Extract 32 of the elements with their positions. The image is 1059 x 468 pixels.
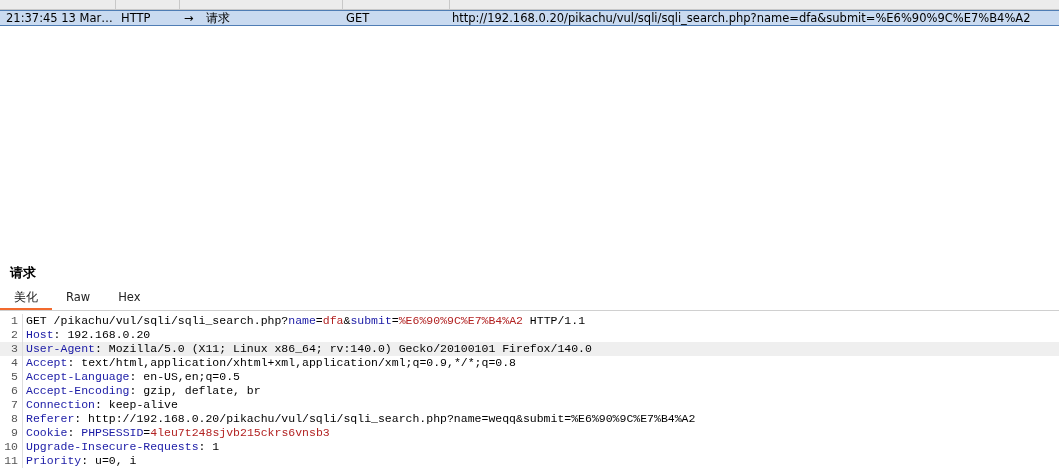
code-line: GET /pikachu/vul/sqli/sqli_search.php?name=dfa&submit=%E6%90%9C%E7%B4%A2 HTTP/1.1 <box>26 314 586 328</box>
code-line: Cookie: PHPSESSID=4leu7t248sjvb215ckrs6vnsb3 <box>26 426 330 440</box>
line-number: 7 <box>0 398 23 412</box>
code-line: Connection: keep-alive <box>26 398 178 412</box>
line-number: 6 <box>0 384 23 398</box>
line-number: 9 <box>0 426 23 440</box>
history-row[interactable]: 21:37:45 13 Mar… HTTP → 请求 GET http://192.168.0.20/pikachu/vul/sqli/sqli_search.php?name=dfa&submit=%E6%90%9C%E7%B4%A2 <box>0 10 1059 26</box>
view-tab[interactable]: 美化 <box>0 286 52 310</box>
code-line: Accept: text/html,application/xhtml+xml,application/xml;q=0.9,*/*;q=0.8 <box>26 356 516 370</box>
code-line: Accept-Language: en-US,en;q=0.5 <box>26 370 240 384</box>
code-line: Upgrade-Insecure-Requests: 1 <box>26 440 220 454</box>
line-number: 4 <box>0 356 23 370</box>
line-number: 11 <box>0 454 23 468</box>
code-line: Accept-Encoding: gzip, deflate, br <box>26 384 261 398</box>
line-number: 5 <box>0 370 23 384</box>
code-line: User-Agent: Mozilla/5.0 (X11; Linux x86_64; rv:140.0) Gecko/20100101 Firefox/140.0 <box>26 342 592 356</box>
direction-cell: 请求 <box>205 11 230 25</box>
view-tab[interactable]: Raw <box>52 286 105 310</box>
time-cell-text: 21:37:45 13 Mar… <box>5 11 114 25</box>
arrow-icon: → <box>184 11 194 25</box>
code-line: Host: 192.168.0.20 <box>26 328 151 342</box>
view-tab[interactable]: Hex <box>104 286 155 310</box>
line-number: 3 <box>0 342 23 356</box>
line-number: 8 <box>0 412 23 426</box>
code-line: Referer: http://192.168.0.20/pikachu/vul/sqli/sqli_search.php?name=weqq&submit=%E6%90%9C%E7%B4%A2 <box>26 412 696 426</box>
code-line: Priority: u=0, i <box>26 454 137 468</box>
line-number: 1 <box>0 314 23 328</box>
panel-title: 请求 <box>8 264 37 282</box>
method-cell-text: GET <box>345 11 371 25</box>
url-cell-text: http://192.168.0.20/pikachu/vul/sqli/sqli_search.php?name=dfa&submit=%E6%90%9C%E7%B4%A2 <box>451 11 1032 25</box>
type-cell-text: HTTP <box>120 11 152 25</box>
line-number: 10 <box>0 440 23 454</box>
